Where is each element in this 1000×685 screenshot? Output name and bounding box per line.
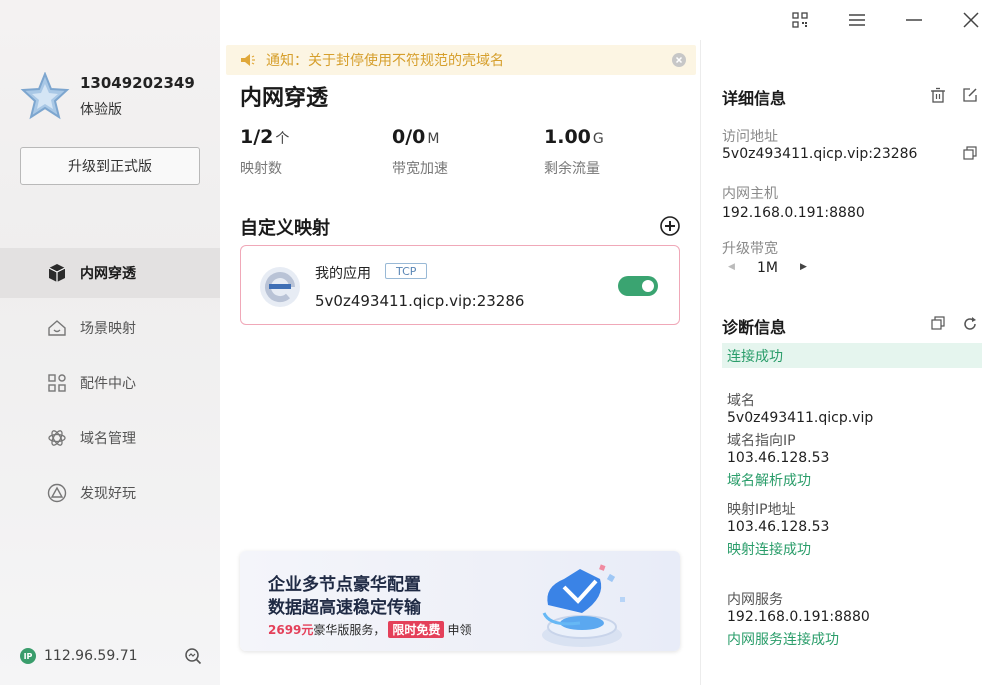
qrcode-button[interactable]: [788, 8, 812, 32]
promo-banner[interactable]: 企业多节点豪华配置 数据超高速稳定传输 2699元 豪华版服务， 限时免费 申领: [240, 551, 680, 651]
close-button[interactable]: [959, 8, 983, 32]
mapping-name: 我的应用: [315, 266, 371, 282]
sidebar-item-scene[interactable]: 场景映射: [0, 303, 220, 353]
edit-icon[interactable]: [962, 87, 978, 103]
bandwidth-increase-icon[interactable]: ▶: [800, 262, 807, 272]
sidebar-item-label: 配件中心: [80, 376, 136, 392]
account-plan: 体验版: [80, 102, 122, 118]
stat-unit: G: [592, 131, 604, 147]
account-phone: 13049202349: [80, 74, 195, 92]
stat-unit: M: [427, 131, 440, 147]
mapping-card[interactable]: 我的应用 TCP 5v0z493411.qicp.vip:23286: [240, 245, 680, 325]
sidebar-item-label: 场景映射: [80, 321, 136, 337]
stat-value: 1.00: [544, 126, 591, 148]
promo-offer: 2699元 豪华版服务， 限时免费 申领: [268, 621, 471, 638]
upgrade-button[interactable]: 升级到正式版: [20, 147, 200, 185]
promo-text: 豪华版服务，: [313, 623, 386, 637]
lan-service-status: 内网服务连接成功: [727, 632, 839, 648]
ip-badge-icon: IP: [20, 648, 36, 664]
promo-headline-1: 企业多节点豪华配置: [268, 575, 421, 595]
mapping-address: 5v0z493411.qicp.vip:23286: [315, 292, 525, 310]
trash-icon[interactable]: [930, 87, 946, 103]
promo-tag: 限时免费: [388, 621, 445, 638]
stat-label: 带宽加速: [392, 161, 448, 177]
add-mapping-button[interactable]: [659, 215, 681, 237]
access-address-label: 访问地址: [722, 129, 778, 145]
notice-banner[interactable]: 通知：关于封停使用不符规范的壳域名: [226, 45, 696, 75]
app-logo-icon: [260, 267, 300, 307]
stat-traffic: 1.00 G 剩余流量: [544, 126, 604, 178]
promo-illustration-icon: [542, 564, 625, 647]
access-address-value: 5v0z493411.qicp.vip:23286: [722, 146, 918, 162]
copy-diagnostics-icon[interactable]: [931, 316, 945, 330]
page-title: 内网穿透: [240, 86, 329, 111]
minimize-button[interactable]: [902, 8, 926, 32]
star-avatar-icon: [20, 72, 70, 120]
close-icon: [963, 12, 979, 28]
lan-service-label: 内网服务: [727, 592, 783, 608]
promo-text-end: 申领: [447, 623, 472, 637]
protocol-badge: TCP: [385, 263, 428, 279]
map-ip-status: 映射连接成功: [727, 542, 811, 558]
diagnostics-title: 诊断信息: [722, 318, 787, 337]
domain-value: 5v0z493411.qicp.vip: [727, 410, 874, 426]
mapping-toggle[interactable]: [618, 276, 658, 296]
zoom-search-icon[interactable]: [184, 647, 202, 665]
apps-grid-icon: [46, 372, 68, 394]
details-title: 详细信息: [722, 89, 787, 108]
domain-ip-status: 域名解析成功: [727, 473, 811, 489]
sidebar-item-label: 域名管理: [80, 431, 136, 447]
copy-icon[interactable]: [963, 146, 977, 160]
minimize-icon: [906, 19, 922, 21]
stat-label: 剩余流量: [544, 161, 600, 177]
stat-value: 0/0: [392, 126, 426, 148]
house-icon: [46, 317, 68, 339]
notice-close-icon[interactable]: [672, 53, 686, 67]
sidebar-item-domain[interactable]: 域名管理: [0, 413, 220, 463]
promo-price: 2699元: [268, 623, 314, 637]
triangle-circle-icon: [46, 482, 68, 504]
public-ip: IP 112.96.59.71: [20, 648, 138, 664]
speaker-icon: [241, 54, 255, 66]
section-title: 自定义映射: [240, 218, 330, 239]
lan-service-value: 192.168.0.191:8880: [727, 609, 870, 625]
domain-ip-value: 103.46.128.53: [727, 450, 830, 466]
domain-ip-label: 域名指向IP: [727, 433, 796, 449]
sidebar: 13049202349 体验版 升级到正式版 内网穿透 场景映射 配件中心 域名…: [0, 0, 220, 685]
window-titlebar: [220, 0, 1000, 40]
sidebar-item-discover[interactable]: 发现好玩: [0, 468, 220, 518]
sidebar-item-label: 内网穿透: [80, 266, 136, 282]
stat-label: 映射数: [240, 161, 282, 177]
public-ip-value: 112.96.59.71: [44, 648, 138, 664]
connection-status: 连接成功: [722, 343, 982, 368]
menu-button[interactable]: [845, 8, 869, 32]
refresh-icon[interactable]: [962, 316, 978, 332]
domain-label: 域名: [727, 393, 755, 409]
stat-mappings: 1/2 个 映射数: [240, 126, 289, 178]
hamburger-icon: [849, 14, 865, 26]
qrcode-icon: [792, 12, 808, 28]
cube-icon: [46, 262, 68, 284]
map-ip-label: 映射IP地址: [727, 502, 796, 518]
atom-icon: [46, 427, 68, 449]
stat-value: 1/2: [240, 126, 274, 148]
sidebar-item-intranet[interactable]: 内网穿透: [0, 248, 220, 298]
bandwidth-label: 升级带宽: [722, 241, 778, 257]
bandwidth-decrease-icon[interactable]: ◀: [728, 262, 735, 272]
lan-host-value: 192.168.0.191:8880: [722, 205, 865, 221]
details-panel: 详细信息 访问地址 5v0z493411.qicp.vip:23286 内网主机…: [700, 40, 1000, 685]
sidebar-item-label: 发现好玩: [80, 486, 136, 502]
map-ip-value: 103.46.128.53: [727, 519, 830, 535]
bandwidth-value: 1M: [757, 260, 778, 276]
stat-bandwidth: 0/0 M 带宽加速: [392, 126, 448, 178]
sidebar-item-accessories[interactable]: 配件中心: [0, 358, 220, 408]
lan-host-label: 内网主机: [722, 186, 778, 202]
promo-headline-2: 数据超高速稳定传输: [268, 598, 421, 618]
stat-unit: 个: [275, 131, 290, 147]
notice-text: 通知：关于封停使用不符规范的壳域名: [266, 53, 504, 69]
